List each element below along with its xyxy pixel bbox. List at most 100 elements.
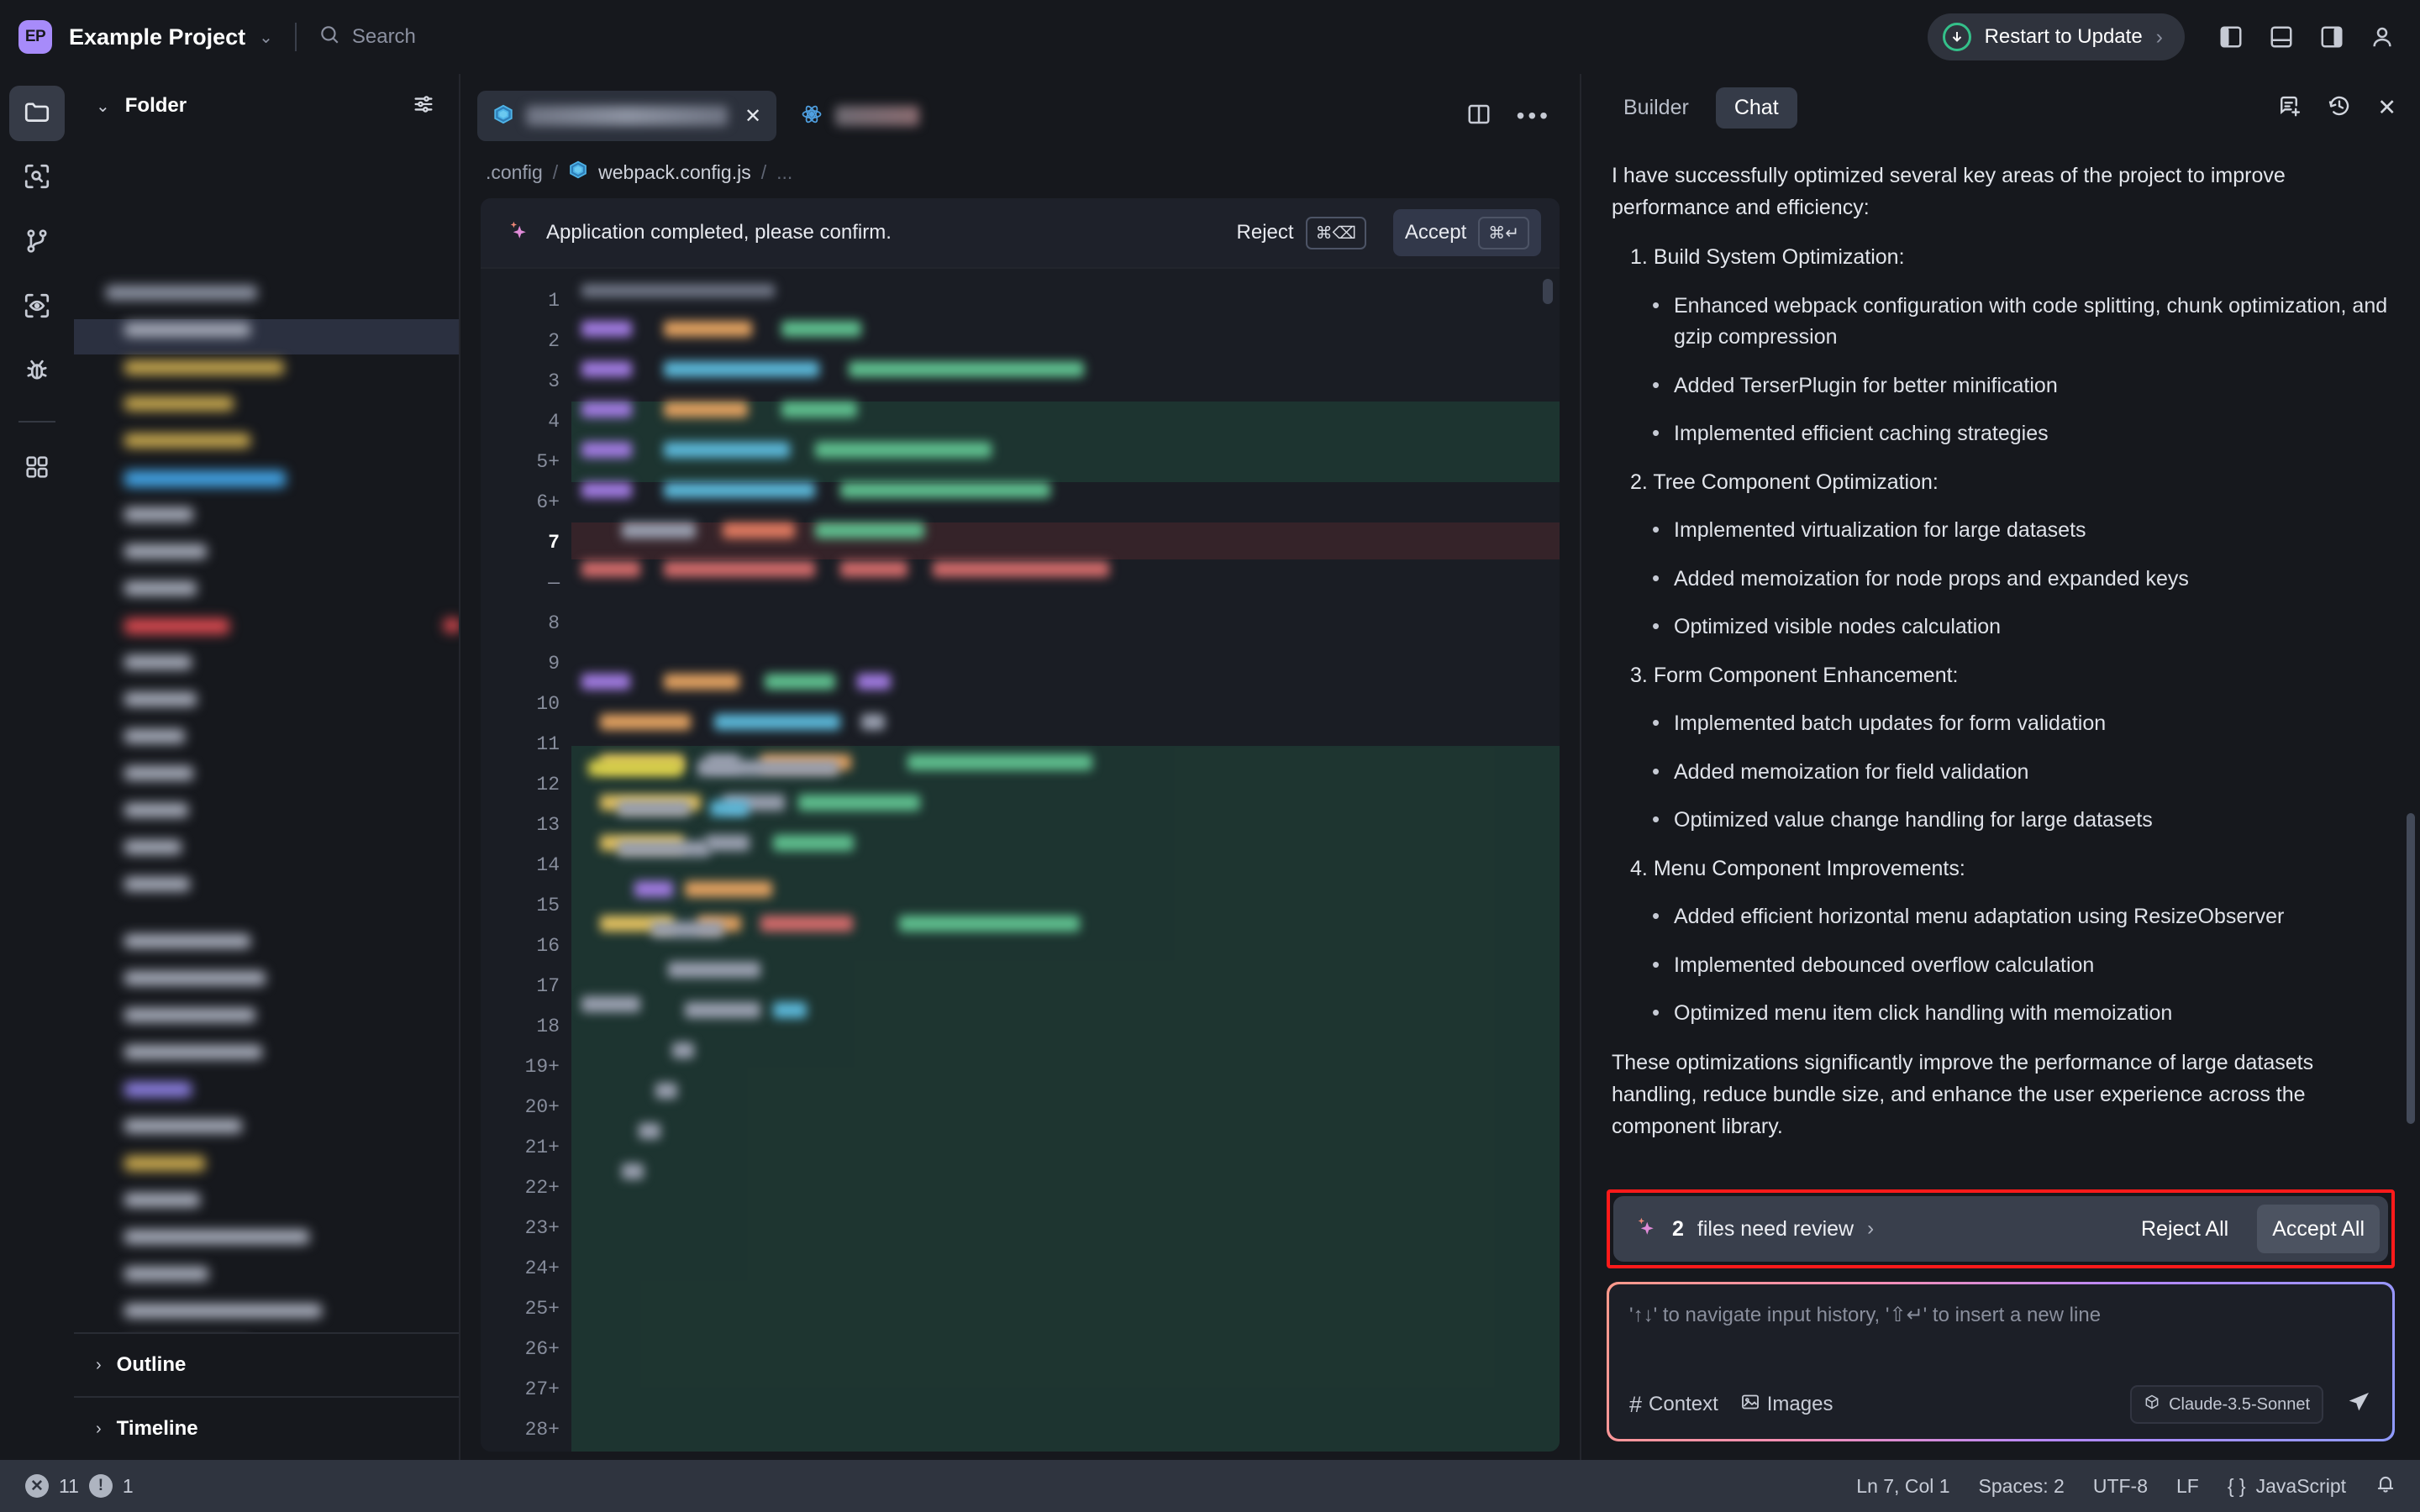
file-tree-item-redacted[interactable]: [124, 803, 188, 817]
tab-chat[interactable]: Chat: [1715, 87, 1797, 129]
file-tree-item-redacted[interactable]: [124, 1267, 208, 1281]
close-icon[interactable]: ✕: [744, 104, 761, 129]
file-tree-item-redacted[interactable]: [124, 1193, 200, 1207]
search-input[interactable]: Search: [318, 24, 416, 51]
add-images-button[interactable]: Images: [1740, 1392, 1833, 1418]
file-tree-item-redacted[interactable]: [124, 934, 250, 948]
explorer-panel: ⌄ Folder › Outline › Timeline: [74, 74, 460, 1460]
breadcrumb-file[interactable]: webpack.config.js: [598, 161, 751, 184]
file-tree-item-redacted[interactable]: [124, 323, 250, 337]
file-tree-item-badge: [444, 618, 459, 633]
new-chat-icon[interactable]: [2276, 93, 2302, 123]
sidebar-item-source-control[interactable]: [9, 215, 65, 270]
sidebar-item-extensions[interactable]: [9, 441, 65, 496]
editor-tab-webpack-config[interactable]: ✕: [477, 91, 777, 141]
restart-to-update-button[interactable]: Restart to Update ›: [1927, 13, 2185, 60]
chevron-right-icon[interactable]: ›: [1867, 1217, 1874, 1241]
search-scan-icon: [23, 162, 51, 195]
breadcrumb-ellipsis[interactable]: ...: [776, 161, 792, 184]
close-icon[interactable]: ✕: [2377, 95, 2396, 121]
file-tree-item-redacted[interactable]: [124, 729, 185, 743]
tab-builder[interactable]: Builder: [1605, 87, 1707, 129]
code-token-redacted: [861, 714, 885, 730]
warning-count: 1: [122, 1474, 134, 1497]
file-tree-item-redacted[interactable]: [124, 840, 182, 854]
file-tree-item-redacted[interactable]: [124, 433, 250, 448]
file-tree-item-redacted[interactable]: [124, 971, 266, 985]
chat-bullet: Implemented debounced overflow calculati…: [1652, 948, 2390, 982]
images-label: Images: [1766, 1393, 1833, 1415]
review-label: files need review: [1697, 1216, 1854, 1241]
code-scrollbar[interactable]: [1543, 279, 1553, 304]
reject-all-button[interactable]: Reject All: [2126, 1205, 2244, 1253]
files-need-review-bar[interactable]: 2 files need review › Reject All Accept …: [1613, 1196, 2388, 1262]
explorer-header[interactable]: ⌄ Folder: [74, 74, 459, 138]
reject-button[interactable]: Reject ⌘⌫: [1225, 209, 1378, 256]
file-tree-item-redacted[interactable]: [124, 1082, 192, 1097]
add-context-button[interactable]: # Context: [1629, 1392, 1718, 1418]
chevron-right-icon: ›: [2155, 24, 2163, 49]
file-tree-item-redacted[interactable]: [124, 618, 229, 634]
code-area[interactable]: 1 2 3 4 5+ 6+ 7 — 8 9 10 11 12 13 14 15 …: [481, 269, 1560, 1452]
file-tree-item-redacted[interactable]: [124, 396, 234, 411]
sidebar-item-debug[interactable]: [9, 344, 65, 400]
sidebar-item-search[interactable]: [9, 150, 65, 206]
file-tree-item-redacted[interactable]: [124, 1008, 255, 1022]
encoding-setting[interactable]: UTF-8: [2093, 1475, 2148, 1498]
sidebar-item-explorer[interactable]: [9, 86, 65, 141]
send-icon[interactable]: [2345, 1389, 2372, 1420]
toggle-left-panel-icon[interactable]: [2218, 24, 2244, 50]
status-right-group: Ln 7, Col 1 Spaces: 2 UTF-8 LF { } JavaS…: [1856, 1473, 2396, 1499]
sliders-icon[interactable]: [412, 92, 435, 120]
file-tree-item-redacted[interactable]: [124, 692, 197, 706]
file-tree-item-redacted[interactable]: [124, 1119, 242, 1133]
file-tree-item-redacted[interactable]: [124, 470, 286, 487]
file-tree-item-redacted[interactable]: [124, 581, 197, 596]
file-tree-item-redacted[interactable]: [124, 544, 207, 559]
chat-message-body[interactable]: I have successfully optimized several ke…: [1581, 141, 2420, 1189]
chevron-down-icon[interactable]: ⌄: [96, 96, 110, 117]
cursor-position[interactable]: Ln 7, Col 1: [1856, 1475, 1949, 1498]
chat-scrollbar[interactable]: [2407, 813, 2415, 1124]
account-icon[interactable]: [2370, 24, 2395, 50]
toggle-bottom-panel-icon[interactable]: [2269, 24, 2294, 50]
history-icon[interactable]: [2327, 93, 2352, 123]
bell-icon[interactable]: [2375, 1473, 2396, 1499]
chevron-down-icon[interactable]: ⌄: [259, 27, 273, 48]
toggle-right-panel-icon[interactable]: [2319, 24, 2344, 50]
file-tree-item-redacted[interactable]: [124, 1156, 205, 1171]
file-tree-item-redacted[interactable]: [124, 766, 193, 780]
model-selector[interactable]: Claude-3.5-Sonnet: [2130, 1385, 2323, 1424]
split-editor-icon[interactable]: [1466, 102, 1491, 131]
file-tree-item-redacted[interactable]: [124, 1304, 322, 1318]
file-tree-item-redacted[interactable]: [124, 877, 190, 891]
chat-bullet: Implemented virtualization for large dat…: [1652, 513, 2390, 547]
line-number: 14: [536, 854, 560, 876]
editor-tab-react-component[interactable]: [785, 91, 934, 141]
file-tree-item-redacted[interactable]: [106, 286, 257, 300]
file-tree-item-redacted[interactable]: [124, 655, 192, 669]
code-canvas[interactable]: [571, 269, 1560, 1452]
chat-input-inner[interactable]: '↑↓' to navigate input history, '⇧↵' to …: [1609, 1284, 2392, 1439]
file-tree-item-redacted[interactable]: [124, 360, 284, 375]
file-tree[interactable]: [74, 138, 459, 1332]
accept-button[interactable]: Accept ⌘↵: [1392, 209, 1541, 256]
file-tree-item-redacted[interactable]: [124, 507, 193, 522]
indentation-setting[interactable]: Spaces: 2: [1979, 1475, 2065, 1498]
eol-setting[interactable]: LF: [2176, 1475, 2199, 1498]
language-mode[interactable]: { } JavaScript: [2228, 1475, 2346, 1498]
code-token-redacted: [857, 674, 891, 690]
explorer-section-outline[interactable]: › Outline: [74, 1332, 459, 1396]
accept-all-button[interactable]: Accept All: [2257, 1205, 2380, 1253]
sidebar-item-watch[interactable]: [9, 280, 65, 335]
project-name[interactable]: Example Project: [69, 24, 245, 50]
code-token-redacted: [908, 754, 1092, 770]
code-token-redacted: [622, 522, 696, 538]
file-tree-item-redacted[interactable]: [124, 1230, 309, 1244]
breadcrumb-folder[interactable]: .config: [486, 161, 543, 184]
file-tree-item-redacted[interactable]: [124, 1045, 262, 1059]
code-token-redacted: [618, 841, 710, 857]
more-horizontal-icon[interactable]: •••: [1517, 104, 1551, 128]
diagnostics-group[interactable]: ✕ 11 ! 1: [25, 1474, 134, 1498]
explorer-section-timeline[interactable]: › Timeline: [74, 1396, 459, 1460]
